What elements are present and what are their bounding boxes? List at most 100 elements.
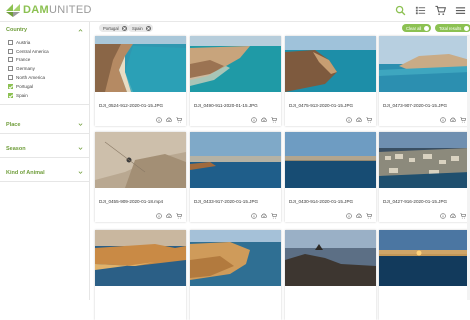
cart-icon[interactable] <box>435 5 446 16</box>
asset-grid: DJI_0524-912-2020-01-15.JPG DJI_0490-911… <box>95 36 470 320</box>
asset-card[interactable]: DJI_0427-916-2020-01-15.JPG <box>379 132 470 222</box>
chevron-up-icon <box>78 28 83 32</box>
filter-option-france[interactable]: France <box>8 56 89 65</box>
asset-thumbnail[interactable] <box>285 36 376 92</box>
asset-thumbnail[interactable] <box>95 230 186 286</box>
asset-card[interactable] <box>190 230 281 320</box>
filter-option-spain[interactable]: Spain <box>8 91 89 100</box>
checkbox[interactable] <box>8 75 13 81</box>
clear-all-button[interactable]: Clear all <box>402 24 432 32</box>
top-bar: DAMUNITED <box>0 0 470 22</box>
filter-option-label: Central America <box>16 48 49 54</box>
asset-thumbnail[interactable] <box>379 132 470 188</box>
asset-card[interactable]: DJI_0433-917-2020-01-15.JPG <box>190 132 281 222</box>
clear-all-label: Clear all <box>406 25 422 31</box>
filter-section-country: Country Austria Central America France G… <box>0 22 89 105</box>
asset-thumbnail[interactable] <box>95 36 186 92</box>
add-to-cart-icon[interactable] <box>460 213 466 219</box>
asset-thumbnail[interactable] <box>190 36 281 92</box>
download-icon[interactable] <box>166 117 172 123</box>
filter-chip-portugal[interactable]: Portugal <box>99 24 129 32</box>
filter-section-season: Season <box>0 141 89 158</box>
info-icon[interactable] <box>251 117 257 123</box>
filter-option-austria[interactable]: Austria <box>8 38 89 47</box>
add-to-cart-icon[interactable] <box>366 213 372 219</box>
asset-thumbnail[interactable] <box>285 230 376 286</box>
search-icon[interactable] <box>395 5 406 16</box>
info-icon[interactable] <box>346 117 352 123</box>
asset-card[interactable]: DJI_0490-911-2020-01-15.JPG <box>190 36 281 126</box>
asset-card[interactable]: DJI_0473-907-2020-01-15.JPG <box>379 36 470 126</box>
download-icon[interactable] <box>450 213 456 219</box>
add-to-cart-icon[interactable] <box>271 213 277 219</box>
add-to-cart-icon[interactable] <box>366 117 372 123</box>
filter-section-title: Kind of Animal <box>6 169 45 176</box>
checkbox-checked[interactable] <box>8 83 13 89</box>
download-icon[interactable] <box>261 213 267 219</box>
asset-filename: DJI_0433-917-2020-01-15.JPG <box>194 199 259 204</box>
filter-section-header[interactable]: Season <box>0 141 89 157</box>
asset-thumbnail[interactable] <box>285 132 376 188</box>
filter-section-place: Place <box>0 117 89 134</box>
info-icon[interactable] <box>156 117 162 123</box>
add-to-cart-icon[interactable] <box>176 117 182 123</box>
menu-icon[interactable] <box>455 5 466 16</box>
asset-card[interactable]: DJI_0524-912-2020-01-15.JPG <box>95 36 186 126</box>
asset-card[interactable]: DJI_0475-913-2020-01-15.JPG <box>285 36 376 126</box>
download-icon[interactable] <box>166 213 172 219</box>
add-to-cart-icon[interactable] <box>176 213 182 219</box>
filter-option-label: North America <box>16 75 46 81</box>
logo[interactable]: DAMUNITED <box>5 3 92 18</box>
info-icon[interactable] <box>251 213 257 219</box>
filter-option-north-america[interactable]: North America <box>8 73 89 82</box>
asset-filename: DJI_0430-914-2020-01-15.JPG <box>289 199 354 204</box>
asset-filename: DJI_0524-912-2020-01-15.JPG <box>99 103 164 108</box>
filter-option-germany[interactable]: Germany <box>8 64 89 73</box>
download-icon[interactable] <box>356 213 362 219</box>
asset-thumbnail[interactable] <box>379 36 470 92</box>
download-icon[interactable] <box>356 117 362 123</box>
info-icon[interactable] <box>440 213 446 219</box>
add-to-cart-icon[interactable] <box>271 117 277 123</box>
asset-thumbnail[interactable] <box>190 230 281 286</box>
asset-filename: DJI_0455-909-2020-01-18.mp4 <box>99 199 164 204</box>
download-icon[interactable] <box>261 117 267 123</box>
chevron-down-icon <box>78 123 83 126</box>
filter-option-label: France <box>16 57 31 63</box>
add-to-cart-icon[interactable] <box>460 117 466 123</box>
asset-card[interactable] <box>95 230 186 320</box>
filter-option-central-america[interactable]: Central America <box>8 47 89 56</box>
filter-section-header[interactable]: Kind of Animal <box>0 165 89 181</box>
filter-chip-label: Spain <box>132 25 143 31</box>
asset-card[interactable] <box>285 230 376 320</box>
filter-chip-label: Portugal <box>103 25 119 31</box>
checkbox-checked[interactable] <box>8 92 13 98</box>
remove-chip-icon[interactable] <box>145 25 151 31</box>
checkbox[interactable] <box>8 57 13 63</box>
info-icon[interactable] <box>346 213 352 219</box>
filter-option-portugal[interactable]: Portugal <box>8 82 89 91</box>
info-icon[interactable] <box>440 117 446 123</box>
asset-thumbnail[interactable] <box>95 132 186 188</box>
asset-card[interactable]: DJI_0455-909-2020-01-18.mp4 <box>95 132 186 222</box>
filter-section-header[interactable]: Country <box>0 22 89 38</box>
total-results-button[interactable]: Total results <box>435 24 470 32</box>
download-icon[interactable] <box>450 117 456 123</box>
filter-section-header[interactable]: Place <box>0 117 89 133</box>
info-icon[interactable] <box>156 213 162 219</box>
asset-card[interactable]: DJI_0430-914-2020-01-15.JPG <box>285 132 376 222</box>
chevron-down-icon <box>78 171 83 174</box>
checkbox[interactable] <box>8 39 13 45</box>
filter-chip-spain[interactable]: Spain <box>128 24 153 32</box>
asset-filename: DJI_0490-911-2020-01-15.JPG <box>194 103 258 108</box>
list-view-icon[interactable] <box>415 5 426 16</box>
remove-chip-icon[interactable] <box>121 25 127 31</box>
checkbox[interactable] <box>8 66 13 72</box>
filter-option-label: Germany <box>16 66 35 72</box>
asset-thumbnail[interactable] <box>379 230 470 286</box>
asset-thumbnail[interactable] <box>190 132 281 188</box>
asset-card[interactable] <box>379 230 470 320</box>
checkbox[interactable] <box>8 48 13 54</box>
filter-section-title: Season <box>6 145 26 152</box>
logo-text: DAMUNITED <box>23 4 92 16</box>
